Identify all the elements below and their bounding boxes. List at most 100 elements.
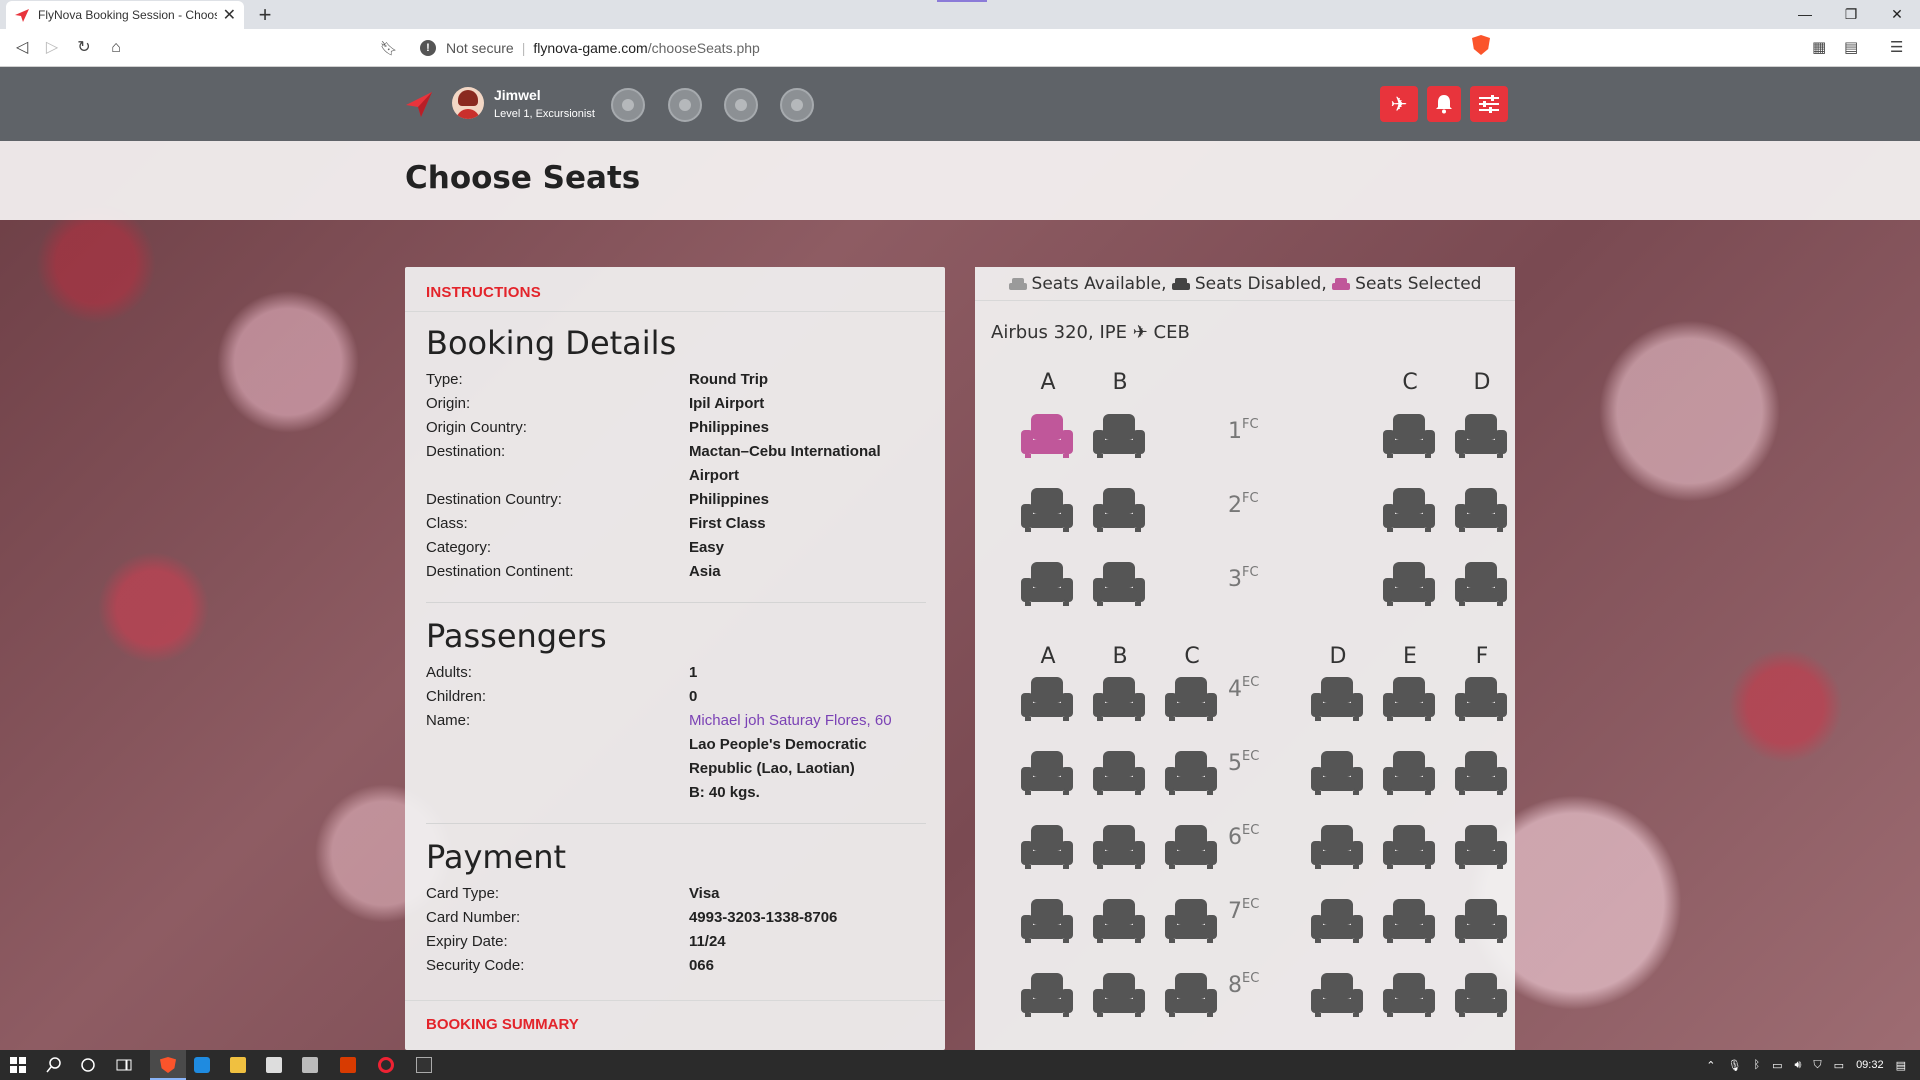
seat[interactable] <box>1091 895 1147 943</box>
user-name[interactable]: Jimwel <box>494 87 541 103</box>
seat[interactable] <box>1453 673 1509 721</box>
back-icon[interactable]: ◁ <box>12 38 32 58</box>
seat[interactable] <box>1019 558 1075 606</box>
booking-details-title: Booking Details <box>426 324 677 362</box>
chevron-up-icon[interactable]: ⌃ <box>1706 1059 1715 1072</box>
seat[interactable] <box>1309 673 1365 721</box>
seat[interactable] <box>1019 747 1075 795</box>
home-icon[interactable]: ⌂ <box>106 38 126 58</box>
close-tab-icon[interactable]: ✕ <box>223 5 236 25</box>
reader-mode-icon[interactable]: ▤ <box>1844 38 1858 56</box>
seat[interactable] <box>1381 821 1437 869</box>
achievement-badge-icon[interactable] <box>611 88 645 122</box>
browser-tab[interactable]: FlyNova Booking Session - Choose ✕ <box>6 1 244 29</box>
seat[interactable] <box>1163 821 1219 869</box>
battery-icon[interactable]: ▭ <box>1834 1059 1844 1072</box>
notifications-button[interactable] <box>1427 86 1461 122</box>
seat[interactable] <box>1091 558 1147 606</box>
brave-taskbar-app[interactable] <box>150 1050 186 1080</box>
address-bar[interactable]: 🔖︎ ! Not secure | flynova-game.com/choos… <box>380 34 1500 62</box>
qr-code-icon[interactable]: ▦ <box>1812 38 1826 56</box>
seat[interactable] <box>1453 558 1509 606</box>
flights-button[interactable]: ✈ <box>1380 86 1418 122</box>
avatar[interactable] <box>452 87 484 119</box>
search-icon[interactable] <box>46 1057 62 1073</box>
cortana-icon[interactable] <box>80 1057 96 1073</box>
seat[interactable] <box>1163 895 1219 943</box>
recorder-icon[interactable] <box>378 1057 394 1073</box>
seat[interactable] <box>1163 747 1219 795</box>
task-view-icon[interactable] <box>116 1057 132 1073</box>
settings-button[interactable] <box>1470 86 1508 122</box>
file-explorer-icon[interactable] <box>230 1057 246 1073</box>
restore-button[interactable]: ❐ <box>1828 0 1874 29</box>
security-icon[interactable]: ⛉ <box>1813 1059 1821 1072</box>
forward-icon[interactable]: ▷ <box>42 38 62 58</box>
seat[interactable] <box>1453 747 1509 795</box>
microphone-icon[interactable]: 🎙︎ <box>1727 1059 1741 1072</box>
seat[interactable] <box>1091 673 1147 721</box>
mail-icon[interactable] <box>302 1057 318 1073</box>
notifications-icon[interactable]: ▤ <box>1896 1059 1906 1072</box>
passenger-name-link[interactable]: Michael joh Saturay Flores, 60 <box>689 709 924 733</box>
detail-value: Mactan–Cebu International Airport <box>688 443 881 484</box>
seat[interactable] <box>1163 673 1219 721</box>
flynova-logo-icon[interactable] <box>404 89 434 119</box>
seat[interactable] <box>1309 821 1365 869</box>
minimize-button[interactable]: — <box>1782 0 1828 29</box>
store-icon[interactable] <box>266 1057 282 1073</box>
reload-icon[interactable]: ↻ <box>74 38 94 58</box>
terminal-icon[interactable] <box>416 1057 432 1073</box>
info-icon[interactable]: ! <box>420 40 436 56</box>
seat[interactable] <box>1309 747 1365 795</box>
bluetooth-icon[interactable]: ᛒ <box>1753 1059 1760 1071</box>
seat[interactable] <box>1381 747 1437 795</box>
seat[interactable] <box>1453 969 1509 1017</box>
seat[interactable] <box>1309 895 1365 943</box>
seat[interactable] <box>1019 821 1075 869</box>
network-icon[interactable]: ▭ <box>1772 1059 1782 1072</box>
bookmark-icon[interactable]: 🔖︎ <box>380 40 398 57</box>
seat[interactable] <box>1381 558 1437 606</box>
seat[interactable] <box>1163 969 1219 1017</box>
seat[interactable] <box>1381 969 1437 1017</box>
achievement-badge-icon[interactable] <box>668 88 702 122</box>
edge-icon[interactable] <box>194 1057 210 1073</box>
instructions-toggle[interactable]: INSTRUCTIONS <box>405 267 945 312</box>
seat[interactable] <box>1091 484 1147 532</box>
seat[interactable] <box>1453 821 1509 869</box>
seat[interactable] <box>1091 747 1147 795</box>
seat[interactable] <box>1019 673 1075 721</box>
seat-selected[interactable] <box>1019 410 1075 458</box>
volume-icon[interactable]: 🔊︎ <box>1794 1059 1801 1072</box>
menu-icon[interactable]: ☰ <box>1890 38 1903 56</box>
seat[interactable] <box>1091 821 1147 869</box>
seat[interactable] <box>1019 969 1075 1017</box>
seat[interactable] <box>1453 895 1509 943</box>
seat[interactable] <box>1381 895 1437 943</box>
seat[interactable] <box>1019 484 1075 532</box>
close-window-button[interactable]: ✕ <box>1874 0 1920 29</box>
seat[interactable] <box>1453 410 1509 458</box>
detail-row: Destination Country: Philippines <box>426 488 924 512</box>
booking-summary-toggle[interactable]: BOOKING SUMMARY <box>405 1000 945 1033</box>
passengers-title: Passengers <box>426 617 607 655</box>
url-separator: | <box>521 40 526 56</box>
seat[interactable] <box>1091 410 1147 458</box>
new-tab-button[interactable]: + <box>252 2 278 28</box>
row-number: 1FC <box>1228 417 1259 444</box>
payment-label: Expiry Date: <box>426 933 508 950</box>
legend-available-label: Seats Available, <box>1031 273 1167 294</box>
achievement-badge-icon[interactable] <box>724 88 758 122</box>
seat[interactable] <box>1381 410 1437 458</box>
seat[interactable] <box>1381 673 1437 721</box>
seat[interactable] <box>1019 895 1075 943</box>
seat[interactable] <box>1453 484 1509 532</box>
seat[interactable] <box>1309 969 1365 1017</box>
seat[interactable] <box>1091 969 1147 1017</box>
achievement-badge-icon[interactable] <box>780 88 814 122</box>
windows-start-icon[interactable] <box>10 1057 26 1073</box>
clock[interactable]: 09:32 <box>1856 1059 1884 1071</box>
seat[interactable] <box>1381 484 1437 532</box>
office-icon[interactable] <box>340 1057 356 1073</box>
